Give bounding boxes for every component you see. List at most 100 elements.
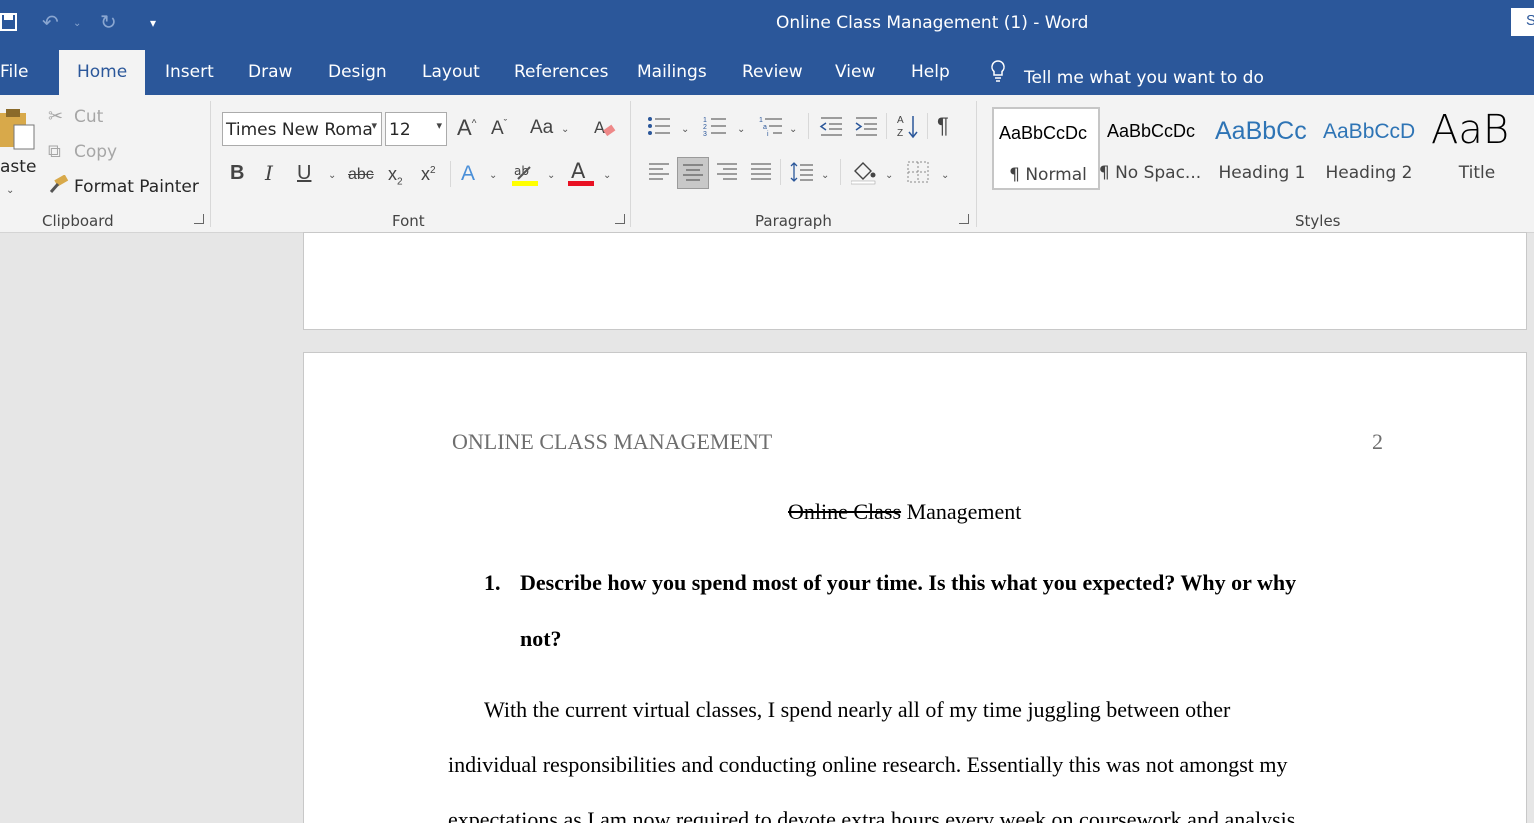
shading-icon[interactable] <box>850 159 877 188</box>
shrink-font-icon[interactable]: Aˇ <box>491 119 507 138</box>
customize-qat-icon[interactable]: ▾ <box>150 16 156 30</box>
cut-button[interactable]: Cut <box>74 107 103 127</box>
grow-font-icon[interactable]: A^ <box>457 117 476 139</box>
save-icon[interactable] <box>0 12 18 38</box>
style-sample: AaBbCcDc <box>1107 121 1196 141</box>
multilevel-dropdown-icon[interactable]: ⌄ <box>789 124 797 135</box>
style-sample: AaBbCcDc <box>999 123 1088 143</box>
borders-dropdown-icon[interactable]: ⌄ <box>941 170 949 181</box>
clipboard-group-label: Clipboard <box>42 212 114 230</box>
change-case-dropdown-icon[interactable]: ⌄ <box>561 124 569 135</box>
superscript-icon[interactable]: x2 <box>421 165 436 183</box>
body-line-3: expectations as I am now required to dev… <box>448 807 1296 823</box>
paste-icon[interactable] <box>0 107 38 154</box>
paste-dropdown-icon[interactable]: ⌄ <box>6 185 14 196</box>
bullets-icon[interactable] <box>647 115 671 140</box>
body-line-2: individual responsibilities and conducti… <box>448 752 1288 777</box>
svg-text:A: A <box>571 159 586 183</box>
font-color-dropdown-icon[interactable]: ⌄ <box>603 170 611 181</box>
show-formatting-marks-icon[interactable]: ¶ <box>937 115 949 137</box>
group-divider <box>450 161 451 187</box>
tab-design[interactable]: Design <box>328 62 387 82</box>
page-1-bottom[interactable] <box>303 232 1527 330</box>
format-painter-button[interactable]: Format Painter <box>74 177 199 197</box>
borders-icon[interactable] <box>907 161 929 186</box>
underline-dropdown-icon[interactable]: ⌄ <box>328 170 336 181</box>
title-bar: ↶ ⌄ ↻ ▾ Online Class Management (1) - Wo… <box>0 0 1534 48</box>
group-divider <box>808 113 809 139</box>
group-divider <box>630 101 631 227</box>
font-name-combo[interactable]: Times New Roma ▾ <box>222 112 382 146</box>
font-size-combo[interactable]: 12 ▾ <box>385 112 447 146</box>
svg-text:a: a <box>763 124 767 131</box>
text-effects-dropdown-icon[interactable]: ⌄ <box>489 170 497 181</box>
align-center-icon[interactable] <box>677 157 709 189</box>
group-divider <box>210 101 211 227</box>
multilevel-list-icon[interactable]: 1ai <box>759 115 783 140</box>
change-case-icon[interactable]: Aa <box>530 118 553 137</box>
style-sample: AaB <box>1431 107 1510 153</box>
tab-home[interactable]: Home <box>59 50 146 95</box>
line-spacing-icon[interactable] <box>790 161 814 186</box>
tab-view[interactable]: View <box>835 62 875 82</box>
highlight-dropdown-icon[interactable]: ⌄ <box>547 170 555 181</box>
tab-draw[interactable]: Draw <box>248 62 292 82</box>
style-heading-1[interactable]: AaBbCc Heading 1 <box>1208 107 1316 190</box>
paste-label[interactable]: aste <box>0 157 36 177</box>
tab-layout[interactable]: Layout <box>422 62 480 82</box>
numbering-icon[interactable]: 123 <box>703 115 727 140</box>
copy-button[interactable]: Copy <box>74 142 117 162</box>
chevron-down-icon: ▾ <box>436 119 442 132</box>
undo-icon[interactable]: ↶ <box>42 10 59 35</box>
font-size-value: 12 <box>389 120 411 140</box>
style-title[interactable]: AaB Title <box>1423 107 1531 190</box>
undo-dropdown-icon[interactable]: ⌄ <box>73 18 81 29</box>
style-no-spacing[interactable]: AaBbCcDc ¶ No Spac... <box>1099 107 1208 190</box>
svg-text:2: 2 <box>703 124 707 131</box>
paragraph-dialog-launcher[interactable] <box>959 214 969 224</box>
sort-icon[interactable]: AZ <box>897 113 919 142</box>
clear-formatting-icon[interactable]: A <box>594 117 616 142</box>
svg-text:A: A <box>897 115 904 126</box>
bold-icon[interactable]: B <box>230 163 244 183</box>
text-effects-icon[interactable]: A <box>461 163 475 184</box>
redo-icon[interactable]: ↻ <box>100 10 117 35</box>
format-painter-icon <box>47 174 69 198</box>
increase-indent-icon[interactable] <box>854 115 878 140</box>
clipboard-dialog-launcher[interactable] <box>194 214 204 224</box>
share-button[interactable]: S <box>1511 8 1534 36</box>
font-color-icon[interactable]: A <box>568 159 594 190</box>
highlight-icon[interactable]: ab <box>512 161 538 190</box>
align-right-icon[interactable] <box>716 161 738 186</box>
style-name: Heading 2 <box>1325 163 1413 183</box>
shading-dropdown-icon[interactable]: ⌄ <box>885 170 893 181</box>
tell-me-search[interactable]: Tell me what you want to do <box>990 59 1264 88</box>
tab-insert[interactable]: Insert <box>165 62 214 82</box>
justify-icon[interactable] <box>750 161 772 186</box>
svg-text:3: 3 <box>703 131 707 137</box>
group-divider <box>927 113 928 139</box>
underline-icon[interactable]: U <box>297 163 311 183</box>
svg-text:1: 1 <box>703 117 707 124</box>
tab-references[interactable]: References <box>514 62 608 82</box>
page-2[interactable]: ONLINE CLASS MANAGEMENT 2 Online Class M… <box>303 352 1527 823</box>
tab-file[interactable]: File <box>0 62 28 82</box>
align-left-icon[interactable] <box>648 161 670 186</box>
line-spacing-dropdown-icon[interactable]: ⌄ <box>821 170 829 181</box>
tab-review[interactable]: Review <box>742 62 803 82</box>
document-canvas[interactable]: ONLINE CLASS MANAGEMENT 2 Online Class M… <box>0 232 1534 823</box>
decrease-indent-icon[interactable] <box>819 115 843 140</box>
ribbon: aste ⌄ ✂ Cut ⧉ Copy Format Painter Clipb… <box>0 95 1534 233</box>
italic-icon[interactable]: I <box>265 163 273 183</box>
numbering-dropdown-icon[interactable]: ⌄ <box>737 124 745 135</box>
style-heading-2[interactable]: AaBbCcD Heading 2 <box>1315 107 1423 190</box>
tab-help[interactable]: Help <box>911 62 950 82</box>
strikethrough-icon[interactable]: abc <box>348 167 374 183</box>
font-dialog-launcher[interactable] <box>615 214 625 224</box>
font-name-value: Times New Roma <box>226 120 373 140</box>
style-normal[interactable]: AaBbCcDc ¶ Normal <box>992 107 1100 190</box>
bullets-dropdown-icon[interactable]: ⌄ <box>681 124 689 135</box>
tab-mailings[interactable]: Mailings <box>637 62 707 82</box>
styles-group-label: Styles <box>1295 212 1341 230</box>
subscript-icon[interactable]: x2 <box>388 165 403 188</box>
